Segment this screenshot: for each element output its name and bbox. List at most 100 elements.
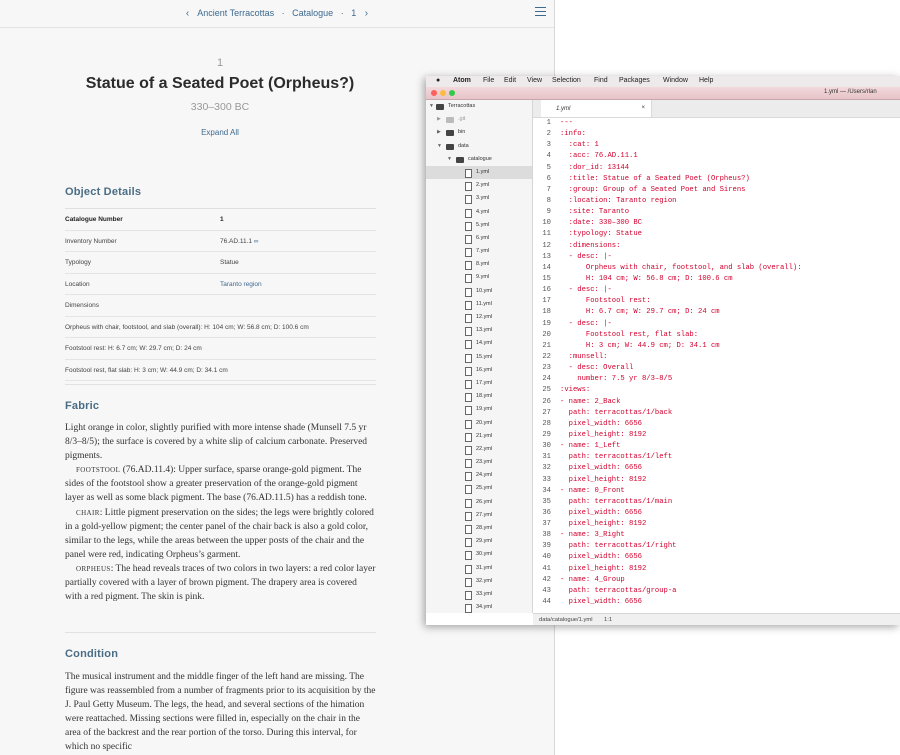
tree-folder[interactable]: ▶ bin [426, 126, 532, 139]
menu-packages[interactable]: Packages [619, 77, 650, 84]
expand-all-button[interactable]: Expand All [0, 128, 440, 137]
code-line[interactable]: 17 Footstool rest: [533, 296, 900, 307]
code-line[interactable]: 32 pixel_width: 6656 [533, 463, 900, 474]
code-line[interactable]: 39 path: terracottas/1/right [533, 541, 900, 552]
code-line[interactable]: 35 path: terracottas/1/main [533, 497, 900, 508]
menu-window[interactable]: Window [663, 77, 688, 84]
hamburger-menu-icon[interactable] [535, 7, 546, 16]
code-line[interactable]: 27 path: terracottas/1/back [533, 408, 900, 419]
tree-file[interactable]: 10.yml [426, 285, 532, 298]
tree-root[interactable]: ▼ Terracottas [426, 100, 532, 113]
window-title-bar[interactable]: 1.yml — /Users/rlan [426, 87, 900, 100]
tab-1-yml[interactable]: 1.yml × [541, 100, 652, 117]
close-icon[interactable]: × [641, 105, 645, 111]
tree-file[interactable]: 6.yml [426, 232, 532, 245]
tree-file[interactable]: 32.yml [426, 575, 532, 588]
code-line[interactable]: 21 H: 3 cm; W: 44.9 cm; D: 34.1 cm [533, 341, 900, 352]
tree-file[interactable]: 20.yml [426, 417, 532, 430]
tree-file[interactable]: 2.yml [426, 179, 532, 192]
code-line[interactable]: 6 :title: Statue of a Seated Poet (Orphe… [533, 174, 900, 185]
chevron-left-icon[interactable]: ‹ [186, 8, 189, 19]
menu-edit[interactable]: Edit [504, 77, 516, 84]
tree-file[interactable]: 12.yml [426, 311, 532, 324]
status-file-path[interactable]: data/catalogue/1.yml [539, 617, 593, 623]
code-line[interactable]: 1 --- [533, 118, 900, 129]
breadcrumb-collection[interactable]: Ancient Terracottas [197, 8, 274, 18]
tree-file[interactable]: 5.yml [426, 219, 532, 232]
tree-file[interactable]: 15.yml [426, 351, 532, 364]
location-link[interactable]: Taranto region [220, 281, 262, 288]
tree-folder[interactable]: ▼ catalogue [426, 153, 532, 166]
menu-view[interactable]: View [527, 77, 542, 84]
code-line[interactable]: 41 pixel_height: 8192 [533, 564, 900, 575]
code-line[interactable]: 26 - name: 2_Back [533, 397, 900, 408]
code-line[interactable]: 11 :typology: Statue [533, 229, 900, 240]
code-line[interactable]: 7 :group: Group of a Seated Poet and Sir… [533, 185, 900, 196]
tree-file[interactable]: 30.yml [426, 548, 532, 561]
tree-file[interactable]: 3.yml [426, 192, 532, 205]
code-line[interactable]: 36 pixel_width: 6656 [533, 508, 900, 519]
object-details-heading[interactable]: Object Details [65, 186, 141, 198]
minimize-window-button[interactable] [440, 90, 446, 96]
code-line[interactable]: 40 pixel_width: 6656 [533, 552, 900, 563]
code-line[interactable]: 20 Footstool rest, flat slab: [533, 330, 900, 341]
fabric-heading[interactable]: Fabric [65, 400, 99, 412]
code-line[interactable]: 44 pixel_width: 6656 [533, 597, 900, 608]
tree-file[interactable]: 26.yml [426, 496, 532, 509]
menu-find[interactable]: Find [594, 77, 608, 84]
tree-folder[interactable]: ▶ .git [426, 113, 532, 126]
code-line[interactable]: 4 :acc: 76.AD.11.1 [533, 151, 900, 162]
tree-file[interactable]: 17.yml [426, 377, 532, 390]
tree-file[interactable]: 23.yml [426, 456, 532, 469]
tree-file[interactable]: 14.yml [426, 337, 532, 350]
tree-file[interactable]: 24.yml [426, 469, 532, 482]
tree-file[interactable]: 28.yml [426, 522, 532, 535]
close-window-button[interactable] [431, 90, 437, 96]
tree-file[interactable]: 16.yml [426, 364, 532, 377]
tree-file[interactable]: 22.yml [426, 443, 532, 456]
tree-file[interactable]: 25.yml [426, 482, 532, 495]
tree-file[interactable]: 18.yml [426, 390, 532, 403]
tree-file[interactable]: 27.yml [426, 509, 532, 522]
code-line[interactable]: 43 path: terracottas/group-a [533, 586, 900, 597]
tree-file[interactable]: 33.yml [426, 588, 532, 601]
code-line[interactable]: 15 H: 104 cm; W: 56.8 cm; D: 100.6 cm [533, 274, 900, 285]
tree-file[interactable]: 34.yml [426, 601, 532, 613]
code-line[interactable]: 13 - desc: |- [533, 252, 900, 263]
code-line[interactable]: 2:info: [533, 129, 900, 140]
code-line[interactable]: 38 - name: 3_Right [533, 530, 900, 541]
breadcrumb-section[interactable]: Catalogue [292, 8, 333, 18]
tree-file[interactable]: 1.yml [426, 165, 532, 180]
code-line[interactable]: 37 pixel_height: 8192 [533, 519, 900, 530]
tree-file[interactable]: 11.yml [426, 298, 532, 311]
code-line[interactable]: 33 pixel_height: 8192 [533, 475, 900, 486]
code-line[interactable]: 30 - name: 1_Left [533, 441, 900, 452]
menu-selection[interactable]: Selection [552, 77, 581, 84]
code-line[interactable]: 19 - desc: |- [533, 319, 900, 330]
condition-heading[interactable]: Condition [65, 648, 118, 660]
code-line[interactable]: 29 pixel_height: 8192 [533, 430, 900, 441]
tree-file[interactable]: 9.yml [426, 271, 532, 284]
tree-file[interactable]: 7.yml [426, 245, 532, 258]
code-line[interactable]: 9 :site: Taranto [533, 207, 900, 218]
code-line[interactable]: 10 :date: 330–300 BC [533, 218, 900, 229]
tree-file[interactable]: 29.yml [426, 535, 532, 548]
tree-file[interactable]: 8.yml [426, 258, 532, 271]
tree-file[interactable]: 4.yml [426, 206, 532, 219]
code-line[interactable]: 12 :dimensions: [533, 241, 900, 252]
tree-file[interactable]: 19.yml [426, 403, 532, 416]
code-line[interactable]: 25:views: [533, 385, 900, 396]
code-line[interactable]: 14 Orpheus with chair, footstool, and sl… [533, 263, 900, 274]
code-line[interactable]: 28 pixel_width: 6656 [533, 419, 900, 430]
tree-file[interactable]: 13.yml [426, 324, 532, 337]
code-line[interactable]: 8 :location: Taranto region [533, 196, 900, 207]
tree-file[interactable]: 21.yml [426, 430, 532, 443]
tree-file[interactable]: 31.yml [426, 562, 532, 575]
menu-help[interactable]: Help [699, 77, 713, 84]
code-line[interactable]: 24 number: 7.5 yr 8/3–8/5 [533, 374, 900, 385]
link-icon[interactable]: ∞ [254, 238, 259, 245]
code-line[interactable]: 16 - desc: |- [533, 285, 900, 296]
menu-file[interactable]: File [483, 77, 494, 84]
code-line[interactable]: 22 :munsell: [533, 352, 900, 363]
code-line[interactable]: 23 - desc: Overall [533, 363, 900, 374]
